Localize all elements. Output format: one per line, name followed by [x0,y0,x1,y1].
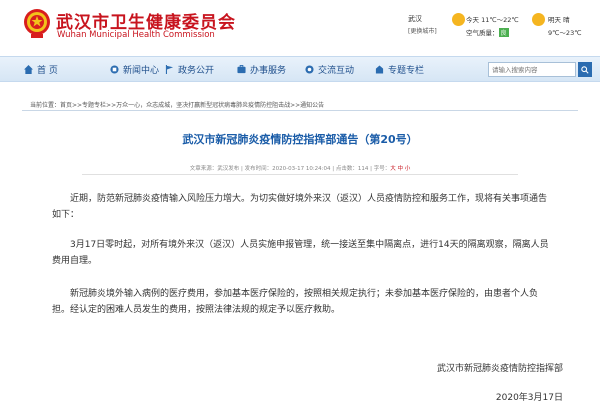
meta-source: 文章来源：武汉发布 [189,166,240,172]
location-city: 武汉 [408,15,422,23]
font-size-switch[interactable]: 大 中 小 [390,166,410,172]
air-quality-label: 空气质量： [466,29,499,37]
home-icon [24,65,33,74]
article-container: 武汉市新冠肺炎疫情防控指挥部通告（第20号） 文章来源：武汉发布 | 发布时间：… [22,110,578,412]
today-weather: 今天 11℃～22℃ [466,16,519,24]
meta-views: 点击数：114 [335,166,369,172]
news-icon [110,65,119,74]
nav-item-gov-open[interactable]: 政务公开 [165,63,214,76]
national-emblem-icon [24,9,50,38]
article-signature: 武汉市新冠肺炎疫情防控指挥部 [436,364,563,374]
article-meta: 文章来源：武汉发布 | 发布时间：2020-03-17 10:24:04 | 点… [189,166,411,172]
air-quality-badge: 良 [498,28,509,37]
article-paragraph: 近期，防范新冠肺炎疫情输入风险压力增大。为切实做好境外来汉（返汉）人员疫情防控和… [52,194,548,220]
site-header: 武汉市卫生健康委员会 Wuhan Municipal Health Commis… [0,0,600,50]
breadcrumb[interactable]: 当前位置：首页>>专题专栏>>万众一心，众志成城，坚决打赢新型冠状病毒肺炎疫情防… [30,100,324,109]
article-date: 2020年3月17日 [495,393,563,403]
meta-date: 发布时间：2020-03-17 10:24:04 [244,166,331,172]
site-subtitle: Wuhan Municipal Health Commission [57,30,215,40]
flag-icon [165,65,174,74]
column-icon [375,65,384,74]
article-title: 武汉市新冠肺炎疫情防控指挥部通告（第20号） [182,133,418,146]
nav-item-home[interactable]: 首 页 [24,63,58,76]
article-paragraph: 新冠肺炎境外输入病例的医疗费用，参加基本医疗保险的，按照相关规定执行；未参加基本… [52,289,539,315]
service-icon [237,65,246,74]
meta-font-label: 字号： [373,166,391,172]
search-input[interactable] [488,62,576,77]
sunny-weather-icon [532,13,545,26]
search-button[interactable] [578,62,592,77]
search-icon [581,66,589,74]
main-nav: 首 页 新闻中心 政务公开 办事服务 交流互动 专题专栏 [0,56,600,82]
article-paragraph: 3月17日零时起，对所有境外来汉（返汉）人员实施申报管理，统一接送至集中隔离点，… [52,240,549,266]
air-quality: 空气质量：良 [466,27,509,37]
nav-item-news[interactable]: 新闻中心 [110,63,159,76]
tomorrow-temperature: 9℃～23℃ [548,29,582,37]
nav-item-service[interactable]: 办事服务 [237,63,286,76]
chat-icon [305,65,314,74]
sunny-weather-icon [452,13,465,26]
tomorrow-weather: 明天 晴 [548,16,570,24]
nav-item-interaction[interactable]: 交流互动 [305,63,354,76]
nav-item-topics[interactable]: 专题专栏 [375,63,424,76]
divider [82,174,518,175]
change-city-link[interactable]: [更换城市] [408,26,437,35]
